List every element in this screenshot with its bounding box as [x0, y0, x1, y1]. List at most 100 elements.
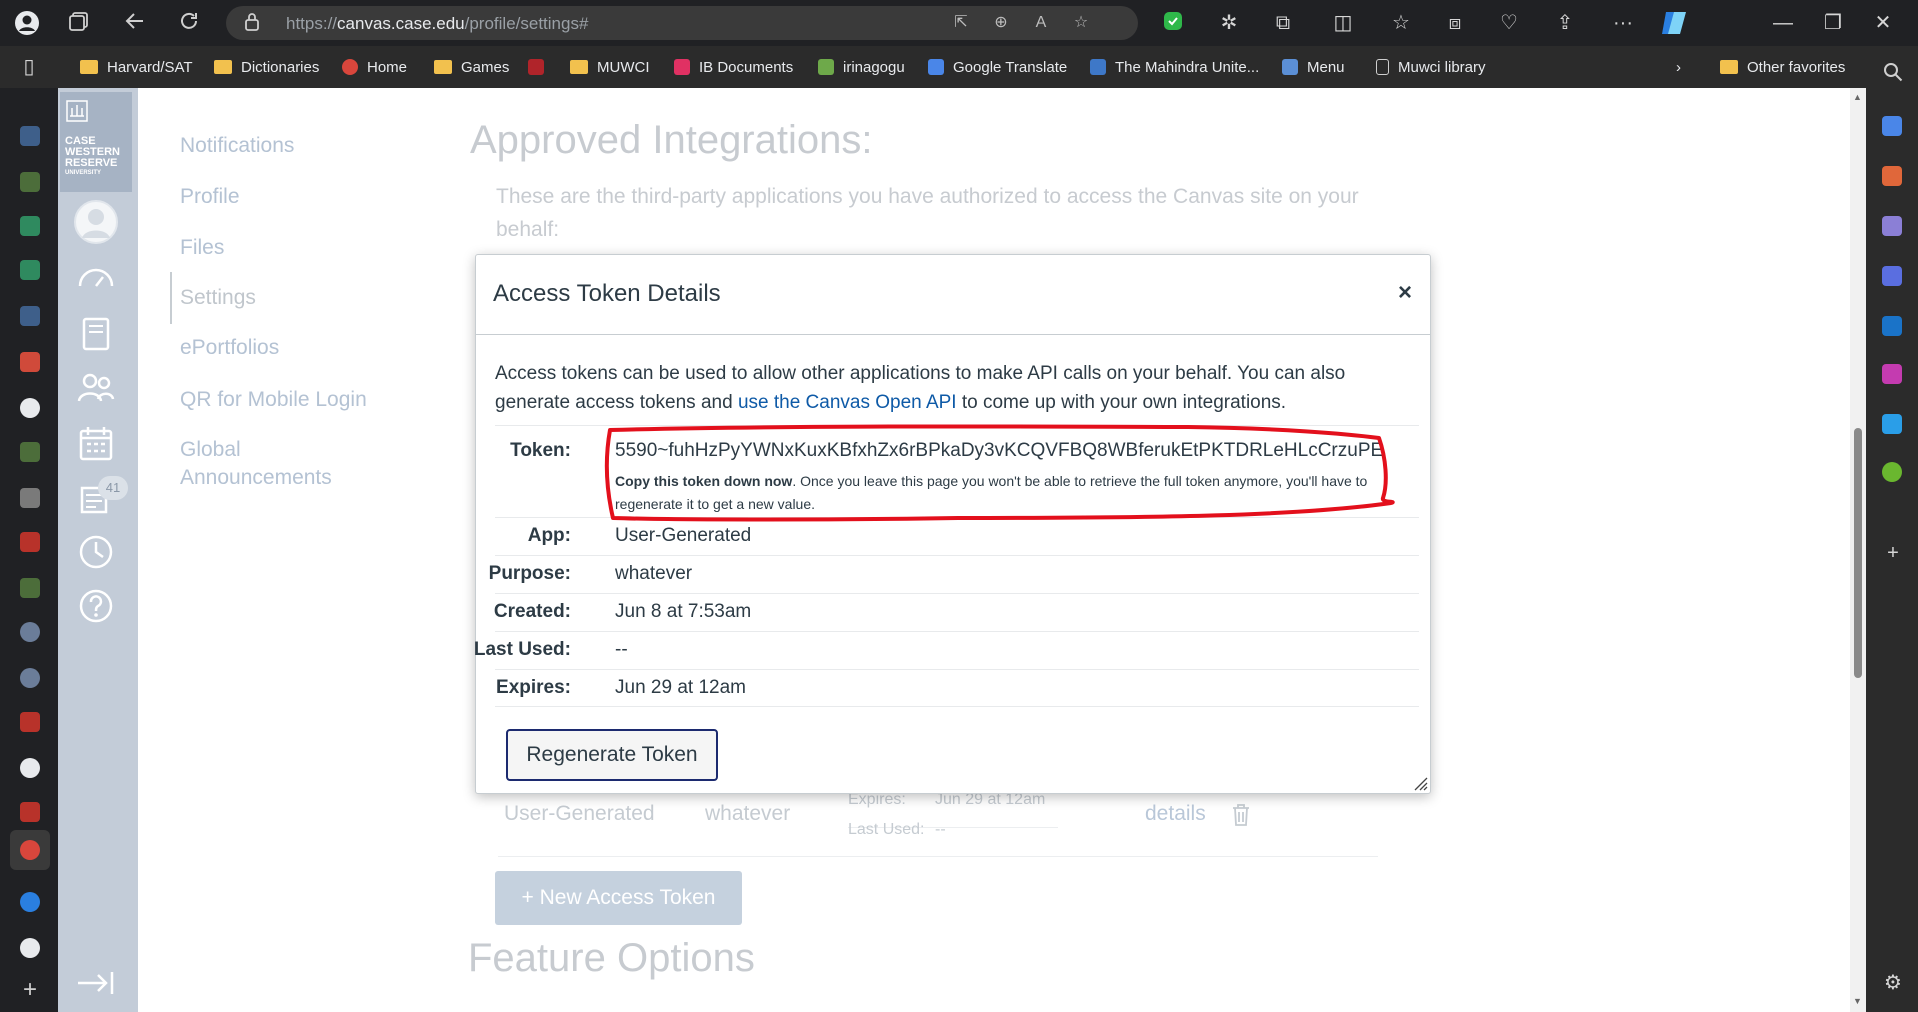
expires-value: Jun 29 at 12am — [615, 677, 746, 698]
dashboard-icon[interactable] — [76, 258, 116, 298]
token-value[interactable]: 5590~fuhHzPyYWNxKuxKBfxhZx6rBPkaDy3vKCQV… — [615, 440, 1383, 462]
settings-nav-files[interactable]: Files — [180, 234, 224, 262]
help-icon[interactable] — [76, 586, 116, 626]
sidebar-settings-gear-icon[interactable]: ⚙ — [1880, 970, 1906, 996]
pdf-icon[interactable] — [20, 712, 40, 732]
tab-favicon-icon[interactable] — [20, 578, 40, 598]
calendar-icon[interactable] — [76, 424, 116, 464]
games-icon[interactable] — [1882, 216, 1902, 236]
new-access-token-button[interactable]: + New Access Token — [495, 871, 742, 925]
cwru-logo[interactable]: CASE WESTERN RESERVE UNIVERSITY — [60, 92, 132, 192]
bookmark-games[interactable]: Games — [434, 57, 509, 77]
tab-favicon-icon[interactable] — [20, 126, 40, 146]
copilot-sidebar-icon[interactable] — [1882, 266, 1902, 286]
trash-icon[interactable] — [1230, 803, 1252, 827]
copilot-icon[interactable] — [1660, 10, 1686, 36]
designer-icon[interactable] — [1882, 364, 1902, 384]
bookmark-menu[interactable]: Menu — [1282, 57, 1345, 77]
page-scrollbar[interactable]: ▲ ▼ — [1850, 88, 1866, 1012]
bookmark-mahindra[interactable]: The Mahindra Unite... — [1090, 57, 1259, 77]
search-icon[interactable] — [1880, 62, 1906, 88]
lock-icon[interactable] — [244, 12, 266, 34]
minimize-icon[interactable]: — — [1770, 10, 1796, 36]
close-icon[interactable]: × — [1393, 281, 1417, 305]
groups-icon[interactable] — [76, 368, 116, 408]
outlook-icon[interactable] — [1882, 316, 1902, 336]
tree-icon[interactable] — [1882, 462, 1902, 482]
extensions-icon[interactable]: ⧉ — [1270, 10, 1296, 36]
settings-nav-notifications[interactable]: Notifications — [180, 132, 294, 160]
bookmarks-overflow-chevron-icon[interactable]: › — [1676, 57, 1681, 77]
read-aloud-icon[interactable]: A — [1030, 12, 1052, 34]
settings-nav-settings[interactable]: Settings — [180, 284, 256, 312]
profile-icon[interactable] — [14, 10, 40, 36]
new-tab-plus-icon[interactable]: + — [20, 978, 40, 1002]
bookmark-harvard-sat[interactable]: Harvard/SAT — [80, 57, 193, 77]
scrollbar-thumb[interactable] — [1854, 428, 1862, 678]
regenerate-token-button[interactable]: Regenerate Token — [506, 729, 718, 781]
more-menu-icon[interactable]: ··· — [1610, 10, 1636, 36]
favorite-star-icon[interactable]: ☆ — [1070, 12, 1092, 34]
settings-nav-profile[interactable]: Profile — [180, 183, 240, 211]
tab-favicon-icon[interactable] — [20, 892, 40, 912]
close-window-icon[interactable]: ✕ — [1870, 10, 1896, 36]
bookmark-irinagogu[interactable]: irinagogu — [818, 57, 905, 77]
address-bar[interactable]: https://canvas.case.edu/profile/settings… — [226, 6, 1138, 40]
collapse-nav-icon[interactable] — [76, 968, 116, 1008]
tab-favicon-icon[interactable] — [20, 216, 40, 236]
courses-icon[interactable] — [76, 314, 116, 354]
tools-icon[interactable] — [1882, 166, 1902, 186]
bookmark-ib-documents[interactable]: IB Documents — [674, 57, 793, 77]
settings-nav-qr-login[interactable]: QR for Mobile Login — [180, 386, 367, 414]
tab-favicon-icon[interactable] — [20, 442, 40, 462]
add-sidebar-app-icon[interactable]: + — [1880, 540, 1906, 566]
settings-nav-eportfolios[interactable]: ePortfolios — [180, 334, 279, 362]
tab-favicon-icon[interactable] — [20, 488, 40, 508]
tabs-icon[interactable] — [66, 10, 92, 36]
resize-grip-icon[interactable] — [1414, 777, 1428, 791]
refresh-icon[interactable] — [176, 10, 202, 36]
open-in-app-icon[interactable]: ⇱ — [950, 12, 972, 34]
zoom-icon[interactable]: ⊕ — [990, 12, 1012, 34]
canvas-tab-icon[interactable] — [20, 840, 40, 860]
share-icon[interactable]: ⇪ — [1552, 10, 1578, 36]
gmail-icon[interactable] — [20, 352, 40, 372]
tab-favicon-icon[interactable] — [20, 622, 40, 642]
url-text[interactable]: https://canvas.case.edu/profile/settings… — [286, 14, 588, 34]
tab-favicon-icon[interactable] — [20, 306, 40, 326]
bookmark-unnamed[interactable] — [528, 57, 553, 77]
chatgpt-icon[interactable] — [20, 398, 40, 418]
app-label: App: — [527, 525, 571, 546]
scroll-up-icon[interactable]: ▲ — [1853, 92, 1862, 102]
restore-icon[interactable]: ❐ — [1820, 10, 1846, 36]
collections-icon[interactable]: ⧈ — [1442, 10, 1468, 36]
back-icon[interactable] — [122, 10, 148, 36]
sidebar-toggle-icon[interactable]: ▯ — [16, 54, 42, 80]
send-icon[interactable] — [1882, 414, 1902, 434]
bookmark-muwci-library[interactable]: Muwci library — [1376, 57, 1486, 77]
favorites-icon[interactable]: ☆ — [1388, 10, 1414, 36]
health-icon[interactable]: ♡ — [1496, 10, 1522, 36]
avatar[interactable] — [74, 200, 118, 244]
tab-favicon-icon[interactable] — [20, 260, 40, 280]
scroll-down-icon[interactable]: ▼ — [1853, 996, 1862, 1006]
extension-green-icon[interactable] — [1160, 10, 1186, 36]
google-icon[interactable] — [20, 938, 40, 958]
shopping-tag-icon[interactable] — [1882, 116, 1902, 136]
bookmark-dictionaries[interactable]: Dictionaries — [214, 57, 319, 77]
bookmark-other-favorites[interactable]: Other favorites — [1720, 57, 1845, 77]
bookmark-home[interactable]: Home — [342, 57, 407, 77]
tab-favicon-icon[interactable] — [20, 172, 40, 192]
pdf-icon[interactable] — [20, 802, 40, 822]
bookmark-google-translate[interactable]: Google Translate — [928, 57, 1067, 77]
tab-favicon-icon[interactable] — [20, 668, 40, 688]
pdf-icon[interactable] — [20, 532, 40, 552]
bookmark-muwci[interactable]: MUWCI — [570, 57, 650, 77]
split-screen-icon[interactable]: ◫ — [1330, 10, 1356, 36]
history-icon[interactable] — [76, 532, 116, 572]
settings-nav-global-announcements[interactable]: Global Announcements — [180, 436, 332, 492]
google-icon[interactable] — [20, 758, 40, 778]
integration-details-link[interactable]: details — [1145, 802, 1206, 826]
canvas-open-api-link[interactable]: use the Canvas Open API — [738, 392, 957, 413]
extension-gear-icon[interactable]: ✲ — [1216, 10, 1242, 36]
